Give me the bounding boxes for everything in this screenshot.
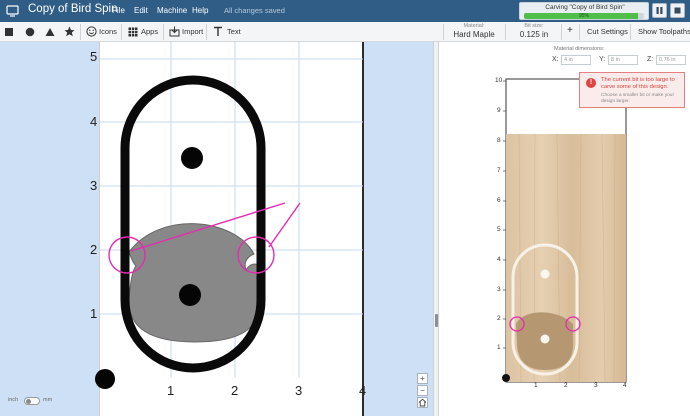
bottom-hole-shape[interactable] — [179, 284, 201, 306]
design-canvas[interactable]: 5 4 3 2 1 1 2 3 4 — [0, 42, 433, 416]
preview-top-hole — [540, 269, 550, 279]
menu-machine[interactable]: Machine — [157, 6, 187, 15]
toolbar-divider — [80, 24, 81, 40]
preview-y-tick: 6 — [497, 197, 501, 204]
preview-y-tick: 7 — [497, 167, 501, 174]
toolbar-divider — [630, 24, 631, 40]
preview-bottom-hole — [540, 334, 550, 344]
carving-status-panel: Carving "Copy of Bird Spin" 95% — [519, 2, 649, 20]
toolbar: Icons Apps Import Text Material: Hard Ma… — [0, 22, 690, 42]
preview-x-tick: 4 — [623, 382, 627, 389]
document-title[interactable]: Copy of Bird Spin — [28, 3, 118, 15]
zoom-in-button[interactable]: + — [417, 373, 428, 384]
toolbar-divider — [163, 24, 164, 40]
bit-size-label: Bit size: — [524, 23, 544, 29]
carve-region-shape[interactable] — [128, 223, 261, 343]
x-tick-label: 1 — [167, 383, 175, 398]
home-icon — [418, 398, 427, 407]
toolbar-divider — [579, 24, 580, 40]
carving-progress-bar: 95% — [524, 13, 644, 19]
import-button[interactable]: Import — [182, 27, 203, 36]
bit-size-warning: ! The current bit is too large to carve … — [579, 72, 685, 108]
preview-y-tick: 9 — [497, 107, 501, 114]
home-view-button[interactable] — [417, 397, 428, 408]
preview-y-tick: 3 — [497, 286, 501, 293]
preview-y-tick: 4 — [497, 256, 501, 263]
app-menu-icon[interactable] — [6, 5, 19, 17]
show-toolpaths-button[interactable]: Show Toolpaths — [638, 27, 690, 36]
pause-button[interactable] — [652, 3, 667, 18]
preview-origin-marker — [502, 374, 510, 382]
stop-button[interactable] — [670, 3, 685, 18]
top-hole-shape[interactable] — [181, 147, 203, 169]
units-mm-label: mm — [43, 397, 53, 403]
preview-y-tick: 8 — [497, 137, 501, 144]
add-bit-button[interactable]: + — [567, 25, 573, 36]
y-tick-label: 4 — [90, 114, 98, 129]
material-label: Material: — [463, 23, 485, 29]
toolbar-divider — [206, 24, 207, 40]
y-tick-label: 2 — [90, 242, 98, 257]
preview-y-tick: 5 — [497, 226, 501, 233]
toolbar-divider — [505, 24, 506, 40]
preview-x-tick: 2 — [564, 382, 568, 389]
menu-help[interactable]: Help — [192, 6, 208, 15]
title-bar: Copy of Bird Spin File Edit Machine Help… — [0, 0, 690, 22]
apps-button[interactable]: Apps — [141, 27, 158, 36]
splitter-grip[interactable] — [435, 314, 438, 327]
preview-x-tick: 1 — [534, 382, 538, 389]
preview-y-tick: 10 — [495, 77, 503, 84]
save-status: All changes saved — [224, 6, 285, 15]
pause-icon — [656, 7, 663, 14]
stop-icon — [674, 7, 681, 14]
preview-y-tick: 1 — [497, 344, 501, 351]
y-tick-label: 3 — [90, 178, 98, 193]
units-switch-knob — [26, 399, 31, 404]
x-tick-label: 4 — [359, 383, 367, 398]
material-value: Hard Maple — [453, 30, 495, 39]
warning-title: The current bit is too large to carve so… — [601, 77, 675, 90]
carving-status-text: Carving "Copy of Bird Spin" — [545, 4, 625, 11]
toolbar-divider — [443, 24, 444, 40]
carving-progress-label: 95% — [578, 13, 589, 19]
bit-size-value: 0.125 in — [519, 30, 549, 39]
cut-settings-button[interactable]: Cut Settings — [587, 27, 628, 36]
preview-x-tick: 3 — [594, 382, 598, 389]
x-tick-label: 3 — [295, 383, 303, 398]
icons-button[interactable]: Icons — [99, 27, 117, 36]
y-tick-label: 1 — [90, 306, 98, 321]
menu-edit[interactable]: Edit — [134, 6, 148, 15]
x-tick-label: 2 — [231, 383, 239, 398]
warning-detail: Choose a smaller bit or make your design… — [601, 93, 675, 104]
y-tick-label: 5 — [90, 49, 98, 64]
toolbar-divider — [561, 24, 562, 40]
bit-size-selector[interactable]: Bit size: 0.125 in — [512, 22, 556, 42]
units-inch-label: inch — [8, 397, 19, 403]
preview-y-tick: 2 — [497, 315, 501, 322]
material-selector[interactable]: Material: Hard Maple — [450, 22, 498, 42]
text-button[interactable]: Text — [227, 27, 241, 36]
warning-icon: ! — [586, 78, 596, 88]
design-layer — [95, 42, 363, 389]
units-switch[interactable] — [24, 397, 40, 405]
toolbar-divider — [121, 24, 122, 40]
origin-marker — [95, 369, 115, 389]
menu-file[interactable]: File — [112, 6, 125, 15]
zoom-out-button[interactable]: − — [417, 385, 428, 396]
